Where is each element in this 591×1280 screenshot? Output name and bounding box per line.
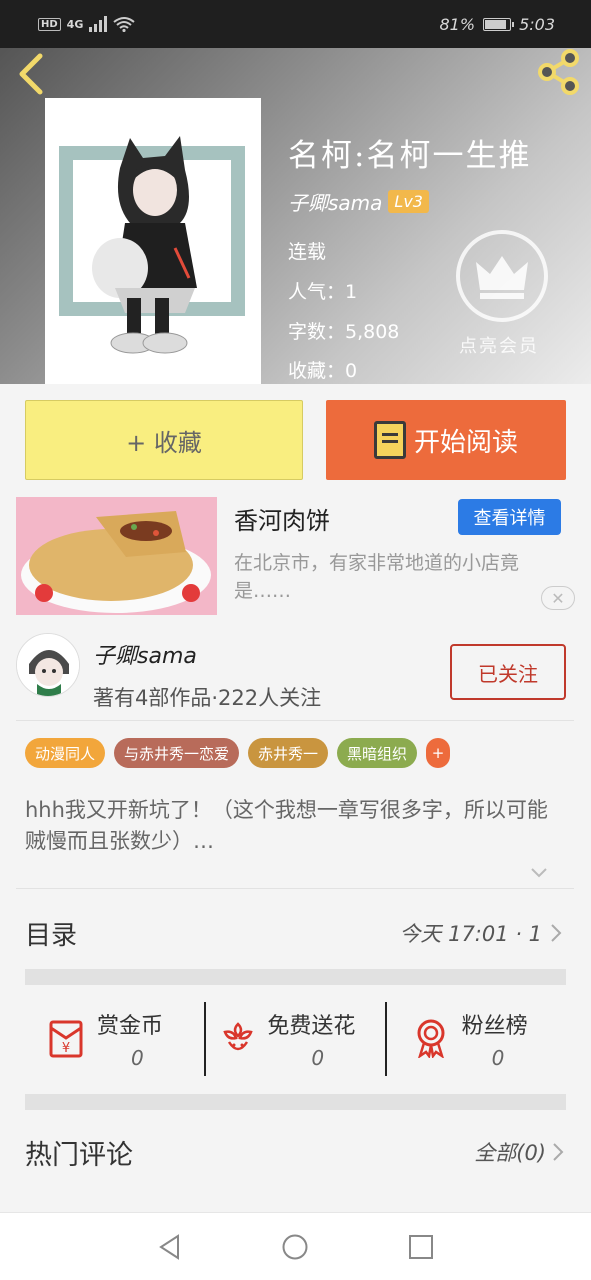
- table-of-contents-row[interactable]: 目录 今天 17:01 · 1: [25, 905, 566, 961]
- cover-illustration: [92, 136, 197, 354]
- tag-item[interactable]: 与赤井秀一恋爱: [114, 738, 240, 768]
- status-right: 81% 5:03: [440, 15, 556, 34]
- avatar[interactable]: [16, 633, 80, 697]
- book-hero: 名柯:名柯一生推 子卿sama Lv3 连载 人气：1 字数：5,808 收藏：…: [0, 48, 591, 384]
- start-reading-label: 开始阅读: [413, 427, 518, 458]
- book-icon: [373, 421, 406, 459]
- author-card-name[interactable]: 子卿sama: [93, 638, 197, 670]
- crown-icon: [476, 256, 528, 299]
- action-count: 0: [491, 1046, 505, 1070]
- ad-description[interactable]: 在北京市，有家非常地道的小店竟是……: [234, 549, 564, 605]
- author-stats: 著有4部作品·222人关注: [93, 686, 322, 710]
- home-circle-icon[interactable]: [281, 1233, 309, 1261]
- flower-icon: [223, 1022, 253, 1051]
- system-navigation-bar: [0, 1212, 591, 1280]
- collect-button[interactable]: + 收藏: [25, 400, 303, 480]
- hot-comments-row[interactable]: 热门评论 全部(0): [25, 1128, 566, 1176]
- level-badge: Lv3: [388, 190, 429, 213]
- book-status: 连载: [288, 241, 327, 263]
- ad-image[interactable]: [16, 497, 217, 615]
- hd-badge: HD: [38, 17, 61, 31]
- divider: [16, 888, 574, 889]
- follow-button[interactable]: 已关注: [450, 644, 566, 700]
- battery-icon: [483, 17, 515, 31]
- status-left: HD 4G: [38, 16, 135, 32]
- back-triangle-icon[interactable]: [156, 1233, 184, 1261]
- action-count: 0: [131, 1046, 144, 1070]
- share-icon[interactable]: [535, 48, 583, 96]
- chevron-right-icon: [551, 924, 562, 942]
- tag-item[interactable]: 动漫同人: [25, 738, 106, 768]
- author-row[interactable]: 子卿sama Lv3: [288, 187, 429, 216]
- book-title: 名柯:名柯一生推: [288, 138, 532, 174]
- red-envelope-icon: ¥: [49, 1020, 83, 1058]
- section-separator: [25, 969, 566, 985]
- toc-title: 目录: [25, 920, 78, 951]
- chevron-right-icon: [553, 1143, 564, 1161]
- author-name[interactable]: 子卿sama: [288, 187, 382, 216]
- action-label: 赏金币: [97, 1014, 164, 1039]
- tag-item[interactable]: 黑暗组织: [337, 738, 418, 768]
- ad-card[interactable]: 香河肉饼 查看详情 在北京市，有家非常地道的小店竟是…… ✕: [16, 497, 576, 615]
- back-arrow-icon[interactable]: [14, 52, 50, 95]
- ad-detail-button[interactable]: 查看详情: [458, 499, 561, 535]
- action-label: 免费送花: [267, 1014, 356, 1039]
- chevron-down-icon[interactable]: [530, 864, 548, 882]
- support-actions: ¥ 赏金币 0 免费送花 0 粉丝榜 0: [25, 1002, 566, 1080]
- start-reading-button[interactable]: 开始阅读: [326, 400, 566, 480]
- toc-latest-update: 今天 17:01 · 1: [399, 922, 542, 946]
- all-comments-label: 全部(0): [474, 1141, 546, 1165]
- svg-text:¥: ¥: [62, 1041, 70, 1056]
- recent-apps-square-icon[interactable]: [407, 1233, 435, 1261]
- network-label: 4G: [66, 17, 84, 31]
- divider: [16, 720, 574, 721]
- close-icon[interactable]: ✕: [541, 586, 575, 610]
- action-count: 0: [311, 1046, 325, 1070]
- battery-percent: 81%: [439, 14, 476, 34]
- fan-ranking-action[interactable]: 粉丝榜 0: [386, 1002, 566, 1080]
- vip-crown-button[interactable]: [456, 230, 548, 322]
- hot-comments-title: 热门评论: [25, 1139, 133, 1171]
- book-favorites: 收藏：0: [288, 360, 358, 382]
- section-separator: [25, 1094, 566, 1110]
- tag-item[interactable]: 赤井秀一: [248, 738, 329, 768]
- gold-coin-reward-action[interactable]: ¥ 赏金币 0: [25, 1002, 205, 1080]
- clock: 5:03: [519, 14, 555, 34]
- signal-icon: [89, 16, 108, 32]
- free-flower-action[interactable]: 免费送花 0: [205, 1002, 385, 1080]
- all-comments-link[interactable]: 全部(0): [474, 1137, 566, 1167]
- medal-icon: [417, 1019, 445, 1058]
- book-description[interactable]: hhh我又开新坑了！（这个我想一章写很多字，所以可能贼慢而且张数少）…: [25, 795, 565, 857]
- book-popularity: 人气：1: [288, 281, 358, 303]
- status-bar: HD 4G 81% 5:03: [0, 0, 591, 48]
- meat-pie-illustration: [21, 511, 211, 613]
- vip-label[interactable]: 点亮会员: [459, 332, 539, 358]
- action-label: 粉丝榜: [461, 1014, 528, 1039]
- book-cover[interactable]: [45, 98, 261, 384]
- ad-title[interactable]: 香河肉饼: [234, 501, 330, 536]
- tag-list: 动漫同人 与赤井秀一恋爱 赤井秀一 黑暗组织 +: [25, 738, 451, 768]
- author-card[interactable]: 子卿sama 著有4部作品·222人关注 已关注: [0, 628, 591, 720]
- wifi-icon: [113, 17, 135, 32]
- book-word-count: 字数：5,808: [288, 321, 400, 343]
- add-tag-button[interactable]: +: [426, 738, 451, 768]
